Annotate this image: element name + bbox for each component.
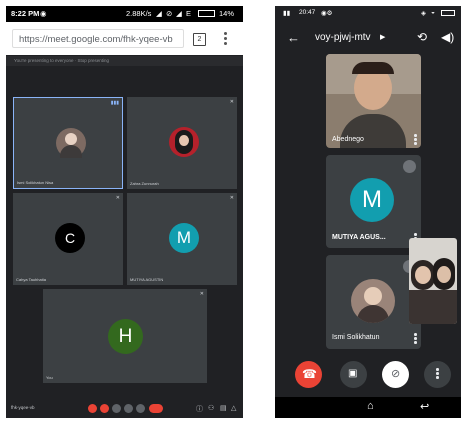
- signal-icon: ▮▮: [283, 10, 291, 17]
- alarm-icon: ◈: [421, 10, 426, 17]
- mute-icon: ⊘: [166, 9, 173, 18]
- camera-toggle-button[interactable]: ▣: [340, 361, 367, 388]
- participant-video-tile[interactable]: Abednego: [326, 54, 421, 148]
- participant-name: Abednego: [332, 136, 364, 143]
- participant-avatar: M: [350, 178, 394, 222]
- meet-header: ← voy-pjwj-mtv ▶ ⟲ ◀): [275, 20, 461, 56]
- battery-level: 14%: [219, 9, 235, 18]
- mic-off-icon: ⊘: [391, 368, 401, 380]
- self-preview[interactable]: [409, 238, 457, 324]
- participant-name: MUTIYA AGUSTIN: [130, 277, 164, 282]
- self-tile[interactable]: H ✕ You: [43, 289, 207, 383]
- more-vert-icon: [436, 368, 439, 380]
- speaking-indicator-icon: ▮▮▮: [110, 100, 119, 106]
- back-arrow-icon[interactable]: ←: [287, 30, 300, 45]
- participant-tile[interactable]: M MUTIYA AGUS...: [326, 155, 421, 248]
- mic-toggle-button[interactable]: ⊘: [382, 361, 409, 388]
- info-icon[interactable]: ⓘ: [196, 404, 203, 414]
- battery-icon: [441, 10, 455, 16]
- meeting-control-bar: fhk-yqee-vb ⓘ ⚇ ▤ △: [6, 399, 243, 418]
- meeting-code: fhk-yqee-vb: [11, 405, 35, 410]
- url-bar[interactable]: https://meet.google.com/fhk-yqee-vb: [12, 29, 184, 48]
- participant-name: Ismi Solikhatun: [332, 334, 380, 341]
- participant-name: MUTIYA AGUS...: [332, 234, 386, 241]
- camera-toggle-button[interactable]: [100, 404, 109, 413]
- battery-icon: [198, 10, 215, 17]
- wifi-icon: ◒: [431, 9, 435, 16]
- participant-tile[interactable]: Ismi Solikhatun: [326, 255, 421, 349]
- end-call-button[interactable]: ☎: [295, 361, 322, 388]
- participant-name: Zahra Zunnurah: [130, 181, 159, 186]
- status-bar: 8:22 PM ◉ 2.88K/s ◢ ⊘ ◢ E 14%: [6, 6, 243, 22]
- notification-icons: ◉⚙: [321, 10, 333, 17]
- more-options-button[interactable]: [136, 404, 145, 413]
- mic-toggle-button[interactable]: [88, 404, 97, 413]
- status-time: 8:22 PM: [11, 9, 40, 18]
- participant-photo: [351, 279, 395, 323]
- tab-switcher-button[interactable]: 2: [193, 33, 206, 46]
- end-call-button[interactable]: [149, 404, 163, 413]
- participant-tile[interactable]: ▮▮▮ Ismi Solikhatun Nisa: [13, 97, 123, 189]
- video-camera-icon: ▣: [348, 368, 358, 379]
- people-icon[interactable]: ⚇: [208, 404, 214, 412]
- participant-avatar: C: [55, 223, 85, 253]
- whatsapp-icon: ◉: [40, 9, 47, 18]
- chevron-right-icon[interactable]: ▶: [380, 33, 385, 41]
- captions-button[interactable]: [112, 404, 121, 413]
- self-avatar: H: [108, 319, 143, 354]
- activities-icon[interactable]: △: [231, 404, 236, 412]
- participant-tile[interactable]: C ✕ Cahya Tauhhatia: [13, 193, 123, 285]
- switch-camera-icon[interactable]: ⟲: [417, 30, 427, 44]
- participant-tile[interactable]: M ✕ MUTIYA AGUSTIN: [127, 193, 237, 285]
- mic-off-icon: ✕: [229, 195, 234, 201]
- participant-photo: [56, 128, 86, 158]
- self-name: You: [46, 375, 53, 380]
- signal-icon-2: ◢: [176, 9, 182, 18]
- participant-name: Cahya Tauhhatia: [16, 277, 46, 282]
- participant-name: Ismi Solikhatun Nisa: [17, 180, 54, 185]
- mic-off-icon: ✕: [115, 195, 120, 201]
- phone-hangup-icon: ☎: [302, 367, 317, 381]
- home-icon[interactable]: ⌂: [367, 400, 374, 412]
- presenting-notice: You're presenting to everyone · Stop pre…: [6, 56, 243, 66]
- present-button[interactable]: [124, 404, 133, 413]
- speaker-icon[interactable]: ◀): [441, 30, 454, 44]
- signal-icon: ◢: [156, 9, 162, 18]
- participant-tile[interactable]: ✕ Zahra Zunnurah: [127, 97, 237, 189]
- participant-menu-icon[interactable]: [414, 333, 417, 345]
- browser-menu-icon[interactable]: [224, 32, 227, 46]
- network-speed: 2.88K/s: [126, 9, 152, 18]
- right-phone-screen: ▮▮ 20:47 ◉⚙ ◈ ◒ ← voy-pjwj-mtv ▶ ⟲ ◀) Ab…: [275, 6, 461, 418]
- status-bar: ▮▮ 20:47 ◉⚙ ◈ ◒: [275, 6, 461, 20]
- mic-off-icon: ✕: [199, 291, 204, 297]
- status-time: 20:47: [299, 9, 316, 16]
- android-nav-bar: ⌂ ↩: [275, 397, 461, 418]
- left-phone-screen: 8:22 PM ◉ 2.88K/s ◢ ⊘ ◢ E 14% https://me…: [6, 6, 243, 418]
- meeting-code[interactable]: voy-pjwj-mtv: [315, 32, 371, 43]
- mic-off-icon: ✕: [229, 99, 234, 105]
- browser-toolbar: https://meet.google.com/fhk-yqee-vb 2: [6, 22, 243, 55]
- more-options-button[interactable]: [424, 361, 451, 388]
- mic-off-icon: [403, 160, 416, 173]
- network-type: E: [186, 9, 192, 18]
- participant-avatar: M: [169, 223, 199, 253]
- back-icon[interactable]: ↩: [420, 400, 429, 413]
- participant-menu-icon[interactable]: [414, 134, 417, 146]
- chat-icon[interactable]: ▤: [220, 404, 227, 412]
- participant-photo: [169, 127, 199, 157]
